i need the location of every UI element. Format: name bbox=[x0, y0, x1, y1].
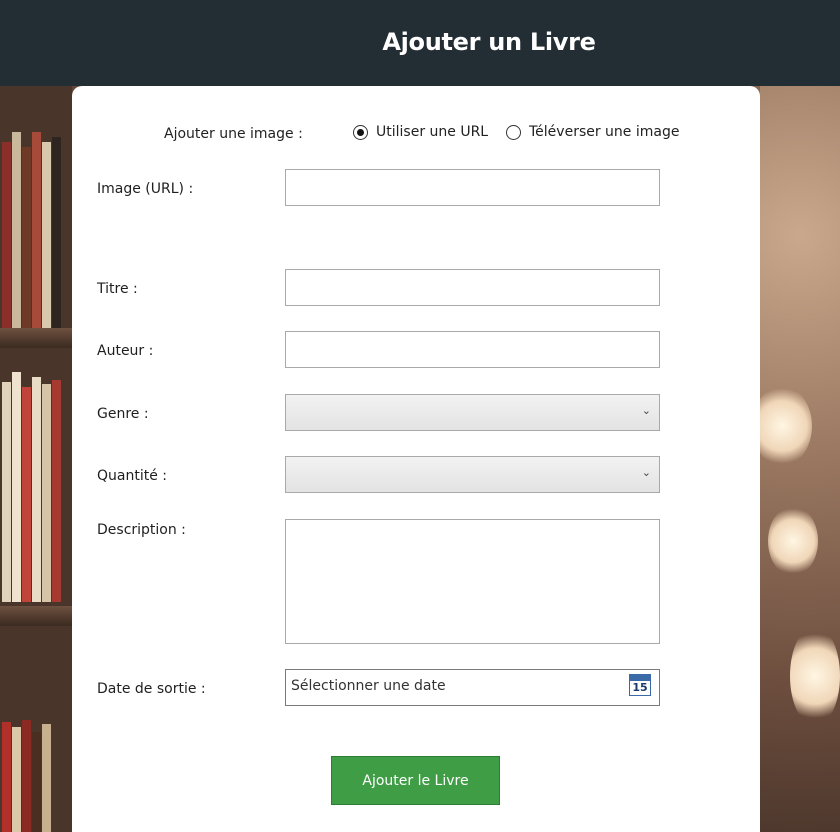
lamps-background bbox=[760, 86, 840, 832]
author-label: Auteur : bbox=[97, 343, 154, 359]
radio-use-url[interactable]: Utiliser une URL bbox=[353, 124, 488, 140]
release-date-placeholder: Sélectionner une date bbox=[291, 678, 446, 694]
radio-unchecked-icon bbox=[506, 124, 521, 140]
bookshelf-background bbox=[0, 86, 72, 832]
image-mode-label: Ajouter une image : bbox=[164, 126, 303, 142]
radio-use-url-label: Utiliser une URL bbox=[376, 124, 489, 140]
quantity-label: Quantité : bbox=[97, 468, 167, 484]
page-title: Ajouter un Livre bbox=[382, 28, 596, 56]
radio-upload-image-label: Téléverser une image bbox=[529, 124, 680, 140]
calendar-icon[interactable]: 15 bbox=[629, 674, 651, 696]
genre-label: Genre : bbox=[97, 406, 149, 422]
radio-checked-icon bbox=[353, 124, 368, 140]
title-label: Titre : bbox=[97, 281, 138, 297]
author-input[interactable] bbox=[285, 331, 660, 368]
release-date-picker[interactable]: Sélectionner une date 15 bbox=[285, 669, 660, 706]
release-date-label: Date de sortie : bbox=[97, 681, 206, 697]
image-url-input[interactable] bbox=[285, 169, 660, 206]
description-label: Description : bbox=[97, 522, 186, 538]
description-textarea[interactable] bbox=[285, 519, 660, 644]
title-input[interactable] bbox=[285, 269, 660, 306]
chevron-down-icon: ⌄ bbox=[641, 466, 651, 479]
radio-upload-image[interactable]: Téléverser une image bbox=[506, 124, 679, 140]
app-header: Ajouter un Livre bbox=[0, 0, 840, 86]
chevron-down-icon: ⌄ bbox=[641, 404, 651, 417]
add-book-form: Ajouter une image : Utiliser une URL Tél… bbox=[72, 86, 760, 832]
image-url-label: Image (URL) : bbox=[97, 181, 194, 197]
quantity-select[interactable]: ⌄ bbox=[285, 456, 660, 493]
genre-select[interactable]: ⌄ bbox=[285, 394, 660, 431]
add-book-button[interactable]: Ajouter le Livre bbox=[331, 756, 500, 805]
